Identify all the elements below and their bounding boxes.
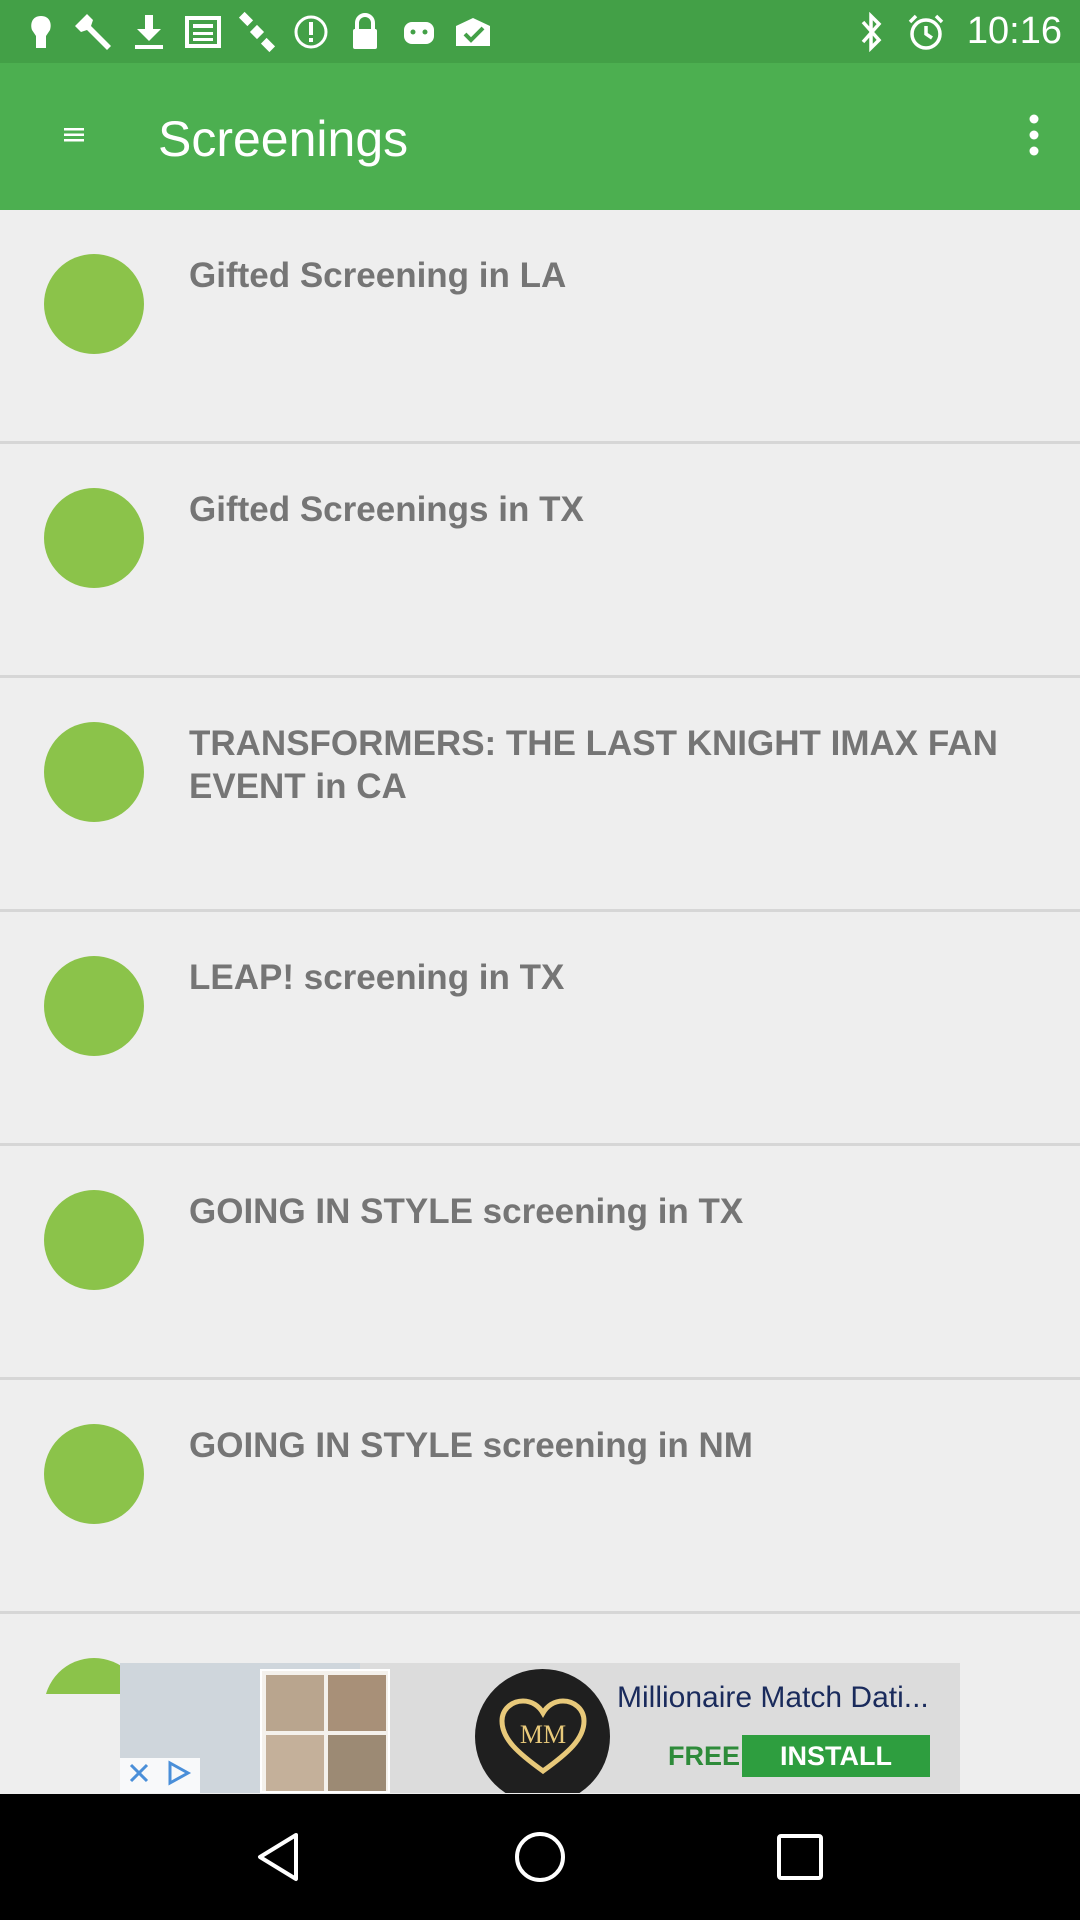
alert-circle-icon	[288, 9, 334, 55]
list-item[interactable]: Gifted Screening in LA	[0, 210, 1080, 444]
close-icon[interactable]	[128, 1762, 150, 1789]
list-item[interactable]: TRANSFORMERS: THE LAST KNIGHT IMAX FAN E…	[0, 678, 1080, 912]
screening-title: GOING IN STYLE screening in NM	[189, 1426, 753, 1465]
ad-controls	[120, 1758, 200, 1793]
screenings-list: Gifted Screening in LA Gifted Screenings…	[0, 210, 1080, 1694]
status-dot-icon	[44, 1190, 144, 1290]
screening-title: TRANSFORMERS: THE LAST KNIGHT IMAX FAN E…	[189, 724, 998, 806]
news-icon	[180, 9, 226, 55]
download-icon	[126, 9, 172, 55]
ad-title: Millionaire Match Dati...	[617, 1681, 929, 1714]
screening-title: Gifted Screenings in TX	[189, 490, 584, 529]
wrench-icon	[72, 9, 118, 55]
android-icon	[396, 9, 442, 55]
list-item[interactable]: LEAP! screening in TX	[0, 912, 1080, 1146]
bluetooth-icon	[849, 9, 895, 55]
satellite-icon	[234, 9, 280, 55]
navigation-bar	[0, 1794, 1080, 1920]
ad-install-button[interactable]: INSTALL	[742, 1735, 930, 1777]
more-options-icon[interactable]	[1008, 105, 1060, 165]
ad-free-label: FREE	[668, 1741, 741, 1771]
status-dot-icon	[44, 956, 144, 1056]
list-item[interactable]: GOING IN STYLE screening in TX	[0, 1146, 1080, 1380]
status-dot-icon	[44, 1424, 144, 1524]
app-bar: Screenings	[0, 63, 1080, 210]
page-title: Screenings	[158, 111, 409, 167]
svg-text:MM: MM	[519, 1720, 565, 1749]
status-dot-icon	[44, 488, 144, 588]
list-item[interactable]: GOING IN STYLE screening in NM	[0, 1380, 1080, 1614]
menu-icon[interactable]	[48, 109, 100, 161]
status-time: 10:16	[966, 10, 1062, 52]
status-dot-icon	[44, 254, 144, 354]
status-bar: 10:16	[0, 0, 1080, 63]
status-dot-icon	[44, 722, 144, 822]
alarm-icon	[903, 9, 949, 55]
ad-banner[interactable]: MM Millionaire Match Dati... FREE INSTAL…	[120, 1663, 960, 1793]
screening-title: Gifted Screening in LA	[189, 256, 567, 295]
ad-photo-collage	[260, 1669, 390, 1793]
home-icon[interactable]	[500, 1817, 580, 1897]
heart-logo-icon: MM	[475, 1669, 610, 1793]
ad-choices-icon[interactable]	[166, 1760, 192, 1791]
back-icon[interactable]	[240, 1817, 320, 1897]
mail-check-icon	[450, 9, 496, 55]
screening-title: LEAP! screening in TX	[189, 958, 565, 997]
screening-title: GOING IN STYLE screening in TX	[189, 1192, 744, 1231]
notification-icon	[18, 9, 64, 55]
recents-icon[interactable]	[760, 1817, 840, 1897]
lock-icon	[342, 9, 388, 55]
list-item[interactable]: Gifted Screenings in TX	[0, 444, 1080, 678]
